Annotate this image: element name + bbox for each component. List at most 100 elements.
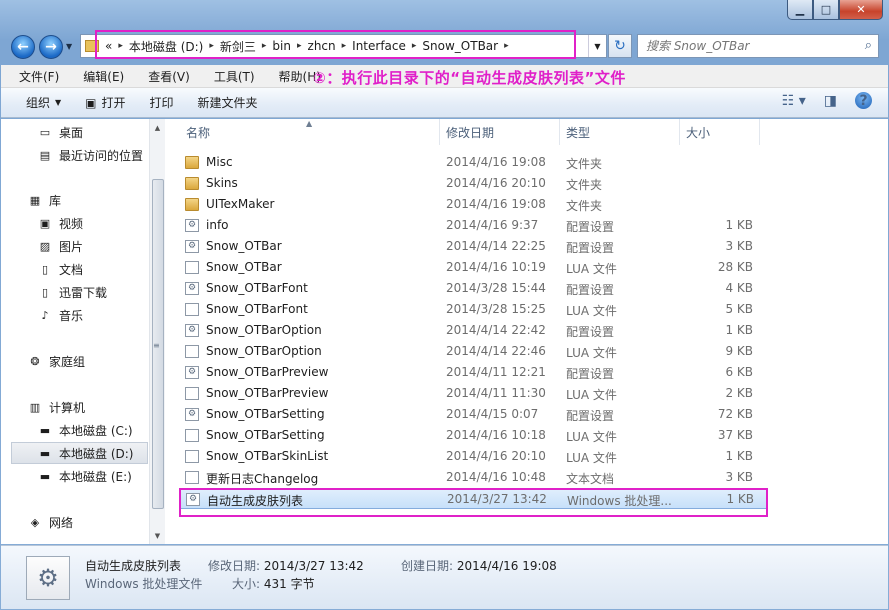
search-icon[interactable]: ⌕	[865, 38, 872, 53]
nav-item-label: 家庭组	[49, 354, 86, 369]
file-row[interactable]: Snow_OTBarSetting 2014/4/16 10:18 LUA 文件 37…	[180, 425, 768, 446]
refresh-icon[interactable]: ↻	[608, 34, 632, 58]
search-box[interactable]: ⌕	[637, 34, 879, 58]
file-row[interactable]: Snow_OTBarSkinList 2014/4/16 20:10 LUA 文件 1…	[180, 446, 768, 467]
file-size: 3 KB	[725, 239, 753, 253]
file-row[interactable]: Snow_OTBarOption 2014/4/14 22:46 LUA 文件 9 K…	[180, 341, 768, 362]
minimize-icon[interactable]: ▁	[787, 0, 813, 20]
file-size: 1 KB	[725, 323, 753, 337]
file-highlight-box	[179, 488, 768, 517]
file-type: LUA 文件	[566, 388, 617, 402]
file-size: 4 KB	[725, 281, 753, 295]
file-row[interactable]: 更新日志Changelog 2014/4/16 10:48 文本文档 3 KB	[180, 467, 768, 488]
recent-places-icon: ▤	[39, 148, 51, 162]
folder-icon	[185, 198, 199, 211]
file-type: 配置设置	[566, 241, 615, 255]
file-name: Snow_OTBar	[206, 239, 282, 253]
file-type: LUA 文件	[566, 451, 617, 465]
nav-item-label: 本地磁盘 (D:)	[59, 446, 134, 461]
navigation-pane: ▭ 桌面 ▤ 最近访问的位置 ▦ 库 ▣ 视频 ▨ 图片 ▯ 文档 ▯ 迅雷下载…	[1, 119, 165, 544]
maximize-icon[interactable]: □	[813, 0, 839, 20]
file-row[interactable]: Snow_OTBar 2014/4/16 10:19 LUA 文件 28 KB	[180, 257, 768, 278]
file-row[interactable]: Misc 2014/4/16 19:08 文件夹	[180, 152, 768, 173]
column-header-label: 大小	[686, 125, 711, 140]
file-type: 配置设置	[566, 283, 615, 297]
column-header-label: 修改日期	[446, 125, 495, 140]
history-dropdown-icon[interactable]: ▼	[66, 42, 72, 51]
column-header-date[interactable]: 修改日期	[440, 119, 560, 145]
file-name: Snow_OTBarOption	[206, 344, 322, 358]
file-list: 名称 ▲ 修改日期 类型 大小 Misc 2014/4/16 19:08 文件夹 Sk…	[166, 119, 888, 544]
menu-tools[interactable]: 工具(T)	[198, 68, 263, 85]
file-row[interactable]: ⚙ Snow_OTBarFont 2014/3/28 15:44 配置设置 4 KB	[180, 278, 768, 299]
desktop-icon: ▭	[39, 125, 51, 139]
file-row[interactable]: Snow_OTBarFont 2014/3/28 15:25 LUA 文件 5 KB	[180, 299, 768, 320]
details-size-label: 大小:	[232, 577, 261, 591]
settings-file-icon: ⚙	[185, 240, 199, 253]
thunder-download-icon: ▯	[41, 285, 49, 299]
explorer-window: ▁ □ ✕ ← → ▼ « ▸ 本地磁盘 (D:) ▸ 新剑三 ▸ bin ▸ …	[0, 0, 889, 610]
address-dropdown-icon[interactable]: ▼	[588, 35, 606, 57]
column-header-type[interactable]: 类型	[560, 119, 680, 145]
file-type: LUA 文件	[566, 430, 617, 444]
nav-item-label: 最近访问的位置	[59, 148, 144, 163]
file-row[interactable]: ⚙ info 2014/4/16 9:37 配置设置 1 KB	[180, 215, 768, 236]
close-icon[interactable]: ✕	[839, 0, 883, 20]
column-header-size[interactable]: 大小	[680, 119, 760, 145]
file-date: 2014/4/14 22:46	[446, 344, 546, 358]
file-row[interactable]: ⚙ Snow_OTBarSetting 2014/4/15 0:07 配置设置 72 K…	[180, 404, 768, 425]
scroll-up-icon[interactable]: ▲	[150, 119, 165, 136]
menu-view[interactable]: 查看(V)	[132, 68, 198, 85]
network-icon: ◈	[30, 515, 40, 529]
file-row[interactable]: Skins 2014/4/16 20:10 文件夹	[180, 173, 768, 194]
details-pane: ⚙ 自动生成皮肤列表 Windows 批处理文件 修改日期: 2014/3/27…	[1, 545, 888, 609]
menu-edit[interactable]: 编辑(E)	[67, 68, 132, 85]
settings-file-icon: ⚙	[185, 282, 199, 295]
new-folder-label: 新建文件夹	[197, 96, 258, 110]
file-date: 2014/4/16 9:37	[446, 218, 539, 232]
search-input[interactable]	[646, 39, 846, 53]
file-row[interactable]: UITexMaker 2014/4/16 19:08 文件夹	[180, 194, 768, 215]
file-size: 28 KB	[717, 260, 753, 274]
drive-e-icon: ▬	[39, 469, 51, 483]
file-type: 配置设置	[566, 367, 615, 381]
nav-scrollbar[interactable]: ▲ ≡ ▼	[149, 119, 165, 544]
file-row[interactable]: ⚙ Snow_OTBarOption 2014/4/14 22:42 配置设置 1 KB	[180, 320, 768, 341]
settings-file-icon: ⚙	[185, 219, 199, 232]
file-name: Snow_OTBarSetting	[206, 407, 325, 421]
file-row[interactable]: ⚙ Snow_OTBar 2014/4/14 22:25 配置设置 3 KB	[180, 236, 768, 257]
details-modified-value: 2014/3/27 13:42	[263, 559, 364, 573]
file-size: 5 KB	[725, 302, 753, 316]
drive-d-icon: ▬	[39, 446, 51, 460]
file-type: LUA 文件	[566, 346, 617, 360]
file-date: 2014/4/14 22:42	[446, 323, 546, 337]
folder-icon	[185, 177, 199, 190]
chevron-down-icon: ▼	[55, 98, 62, 107]
file-type: LUA 文件	[566, 262, 617, 276]
file-row[interactable]: Snow_OTBarPreview 2014/4/11 11:30 LUA 文件 2 …	[180, 383, 768, 404]
file-type: 配置设置	[566, 325, 615, 339]
new-folder-button[interactable]: 新建文件夹	[186, 91, 270, 115]
file-name: Snow_OTBarPreview	[206, 365, 329, 379]
preview-pane-icon[interactable]: ◨	[824, 93, 837, 109]
print-button[interactable]: 打印	[138, 91, 186, 115]
computer-icon: ▥	[29, 400, 41, 414]
organize-button[interactable]: 组织 ▼	[1, 91, 73, 115]
document-icon	[185, 429, 199, 442]
back-arrow-icon[interactable]: ←	[11, 35, 35, 59]
pictures-icon: ▨	[39, 239, 51, 253]
forward-arrow-icon[interactable]: →	[39, 35, 63, 59]
document-icon	[185, 303, 199, 316]
video-icon: ▣	[39, 216, 51, 230]
open-button[interactable]: ▣ 打开	[73, 91, 137, 115]
document-icon	[185, 345, 199, 358]
help-icon[interactable]: ?	[855, 92, 872, 109]
nav-item-drive-d[interactable]: ▬ 本地磁盘 (D:)	[11, 442, 148, 464]
menu-file[interactable]: 文件(F)	[1, 68, 67, 85]
file-size: 9 KB	[725, 344, 753, 358]
scroll-down-icon[interactable]: ▼	[150, 527, 165, 544]
print-label: 打印	[149, 96, 174, 110]
open-icon: ▣	[85, 95, 97, 110]
file-row[interactable]: ⚙ Snow_OTBarPreview 2014/4/11 12:21 配置设置 6 K…	[180, 362, 768, 383]
view-options-icon[interactable]: ☷ ▾	[782, 93, 806, 109]
